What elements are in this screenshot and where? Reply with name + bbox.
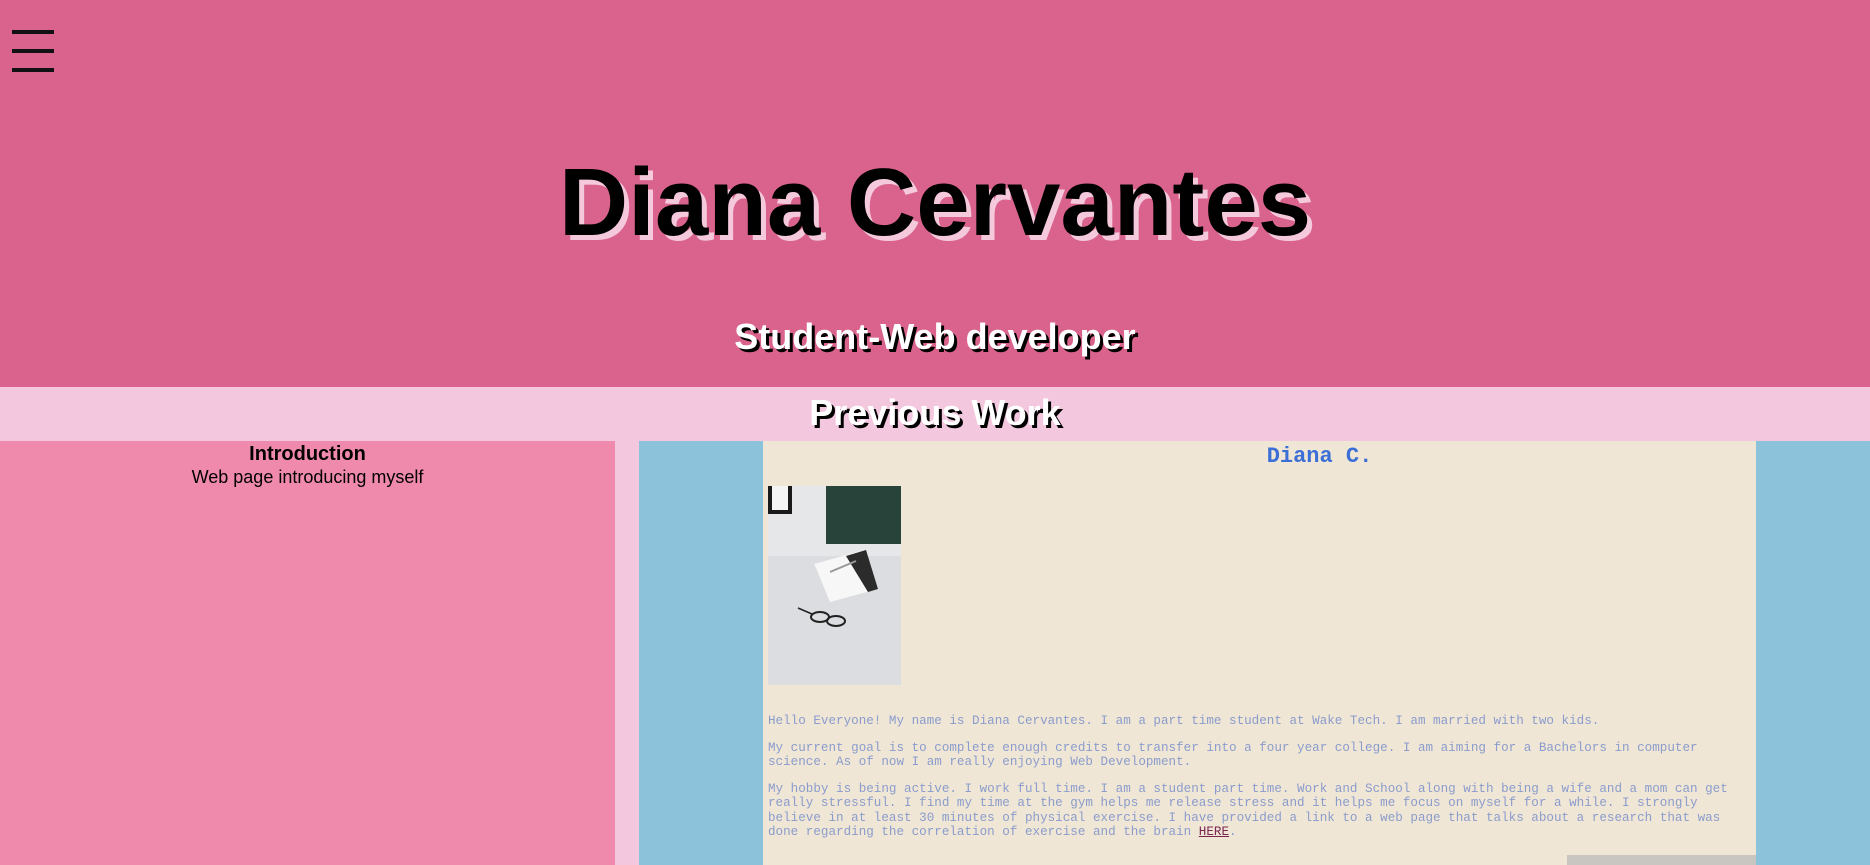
page-subtitle: Student-Web developer [734, 316, 1136, 357]
page-title: Diana Cervantes [558, 149, 1312, 256]
preview-heading: Diana C. [1266, 444, 1373, 469]
secondary-photo [1567, 855, 1756, 865]
intro-paragraph: Hello Everyone! My name is Diana Cervant… [768, 714, 1600, 728]
card-title: Introduction [249, 443, 366, 465]
preview-text: Hello Everyone! My name is Diana Cervant… [768, 714, 1748, 852]
desk-photo [768, 486, 901, 685]
hamburger-menu-icon[interactable] [12, 30, 54, 72]
section-title: Previous Work [809, 392, 1061, 433]
site-header: Diana Cervantes Student-Web developer [0, 0, 1870, 387]
hobby-paragraph: My hobby is being active. I work full ti… [768, 782, 1748, 840]
menu-bar [12, 49, 54, 53]
project-preview[interactable]: Diana C. Hello Everyone! My name is Dian… [639, 441, 1870, 865]
goal-paragraph: My current goal is to complete enough cr… [768, 740, 1698, 770]
menu-bar [12, 30, 54, 34]
menu-bar [12, 68, 54, 72]
card-description: Web page introducing myself [191, 467, 424, 487]
project-card-introduction[interactable]: Introduction Web page introducing myself [0, 441, 615, 865]
hobby-text: My hobby is being active. I work full ti… [768, 781, 1728, 840]
period: . [1229, 825, 1237, 839]
here-link[interactable]: HERE [1199, 825, 1229, 839]
preview-page: Diana C. Hello Everyone! My name is Dian… [763, 441, 1756, 865]
